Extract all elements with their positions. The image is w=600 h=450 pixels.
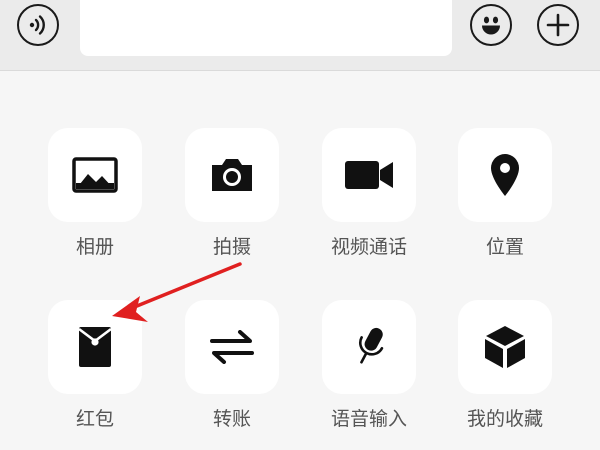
panel-item-camera[interactable]: 拍摄	[185, 128, 279, 259]
camera-icon	[212, 159, 252, 191]
chat-input-bar	[0, 0, 600, 71]
image-icon	[72, 157, 118, 193]
transfer-button[interactable]	[185, 300, 279, 394]
emoji-button[interactable]	[470, 4, 512, 46]
smiley-icon	[482, 16, 500, 35]
favorites-button[interactable]	[458, 300, 552, 394]
album-label: 相册	[75, 236, 114, 258]
favorites-label: 我的收藏	[466, 408, 543, 430]
voice-input-tile-button[interactable]	[322, 300, 416, 394]
panel-item-red-packet[interactable]: 红包	[48, 300, 142, 431]
more-functions-button[interactable]	[537, 4, 579, 46]
transfer-label: 转账	[212, 408, 251, 430]
panel-item-album[interactable]: 相册	[48, 128, 142, 259]
location-label: 位置	[485, 236, 524, 258]
location-button[interactable]	[458, 128, 552, 222]
video-call-button[interactable]	[322, 128, 416, 222]
red-packet-icon	[78, 327, 112, 367]
red-packet-button[interactable]	[48, 300, 142, 394]
panel-item-voice-input[interactable]: 语音输入	[322, 300, 416, 431]
red-packet-label: 红包	[75, 408, 114, 430]
panel-item-location[interactable]: 位置	[458, 128, 552, 259]
microphone-icon	[358, 327, 384, 364]
panel-item-video-call[interactable]: 视频通话	[322, 128, 416, 259]
cube-icon	[485, 326, 525, 368]
voice-input-label: 语音输入	[330, 408, 407, 430]
panel-item-transfer[interactable]: 转账	[185, 300, 279, 431]
message-input[interactable]	[80, 0, 452, 56]
voice-input-button[interactable]	[17, 4, 59, 46]
video-camera-icon	[345, 161, 393, 189]
camera-label: 拍摄	[212, 236, 251, 258]
voice-wave-icon	[29, 15, 45, 35]
camera-button[interactable]	[185, 128, 279, 222]
plus-icon	[546, 13, 570, 37]
location-pin-icon	[491, 154, 519, 196]
more-functions-panel: 相册 拍摄 视频通话 位置 红包 转账 语音输入 我的收藏	[0, 71, 600, 450]
transfer-arrows-icon	[210, 330, 254, 364]
panel-item-favorites[interactable]: 我的收藏	[458, 300, 552, 431]
video-call-label: 视频通话	[330, 236, 407, 258]
album-button[interactable]	[48, 128, 142, 222]
